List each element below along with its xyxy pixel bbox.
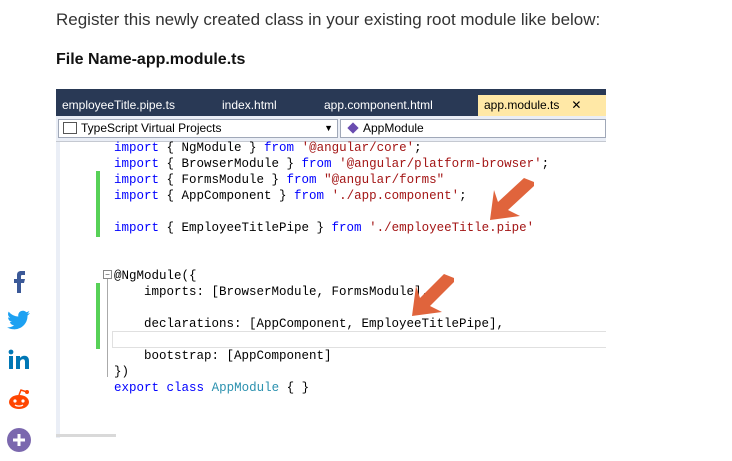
code-line: import { AppComponent } from './app.comp… xyxy=(114,189,467,203)
code-line: export class AppModule { } xyxy=(114,381,310,395)
tab-index-html[interactable]: index.html xyxy=(216,95,277,116)
ide-screenshot: employeeTitle.pipe.ts index.html app.com… xyxy=(56,89,606,438)
tab-label: index.html xyxy=(222,98,277,112)
facebook-icon[interactable] xyxy=(6,267,32,293)
horizontal-scrollbar[interactable] xyxy=(56,434,116,437)
linkedin-icon[interactable] xyxy=(6,347,32,373)
member-dropdown-label: AppModule xyxy=(363,121,424,135)
arrow-icon xyxy=(412,274,454,316)
code-line: @NgModule({ xyxy=(114,269,197,283)
editor-tab-bar: employeeTitle.pipe.ts index.html app.com… xyxy=(56,89,606,116)
code-line: bootstrap: [AppComponent] xyxy=(114,349,332,363)
arrow-icon xyxy=(490,178,534,220)
intro-text: Register this newly created class in you… xyxy=(56,10,601,29)
tab-employee-title-pipe[interactable]: employeeTitle.pipe.ts xyxy=(56,95,175,116)
tab-app-module-ts[interactable]: app.module.ts ✕ xyxy=(478,95,606,116)
more-share-icon[interactable] xyxy=(6,427,32,453)
project-icon xyxy=(63,121,77,134)
tab-label: app.component.html xyxy=(324,98,433,112)
twitter-icon[interactable] xyxy=(6,307,32,333)
change-marker xyxy=(96,171,100,237)
code-line: import { FormsModule } from "@angular/fo… xyxy=(114,173,445,187)
current-line-highlight xyxy=(112,331,606,348)
reddit-icon[interactable] xyxy=(6,387,32,413)
file-name-heading: File Name-app.module.ts xyxy=(56,51,246,68)
member-dropdown[interactable]: AppModule xyxy=(340,119,606,138)
tab-app-component-html[interactable]: app.component.html xyxy=(318,95,433,116)
code-line: import { NgModule } from '@angular/core'… xyxy=(114,141,422,155)
fold-guide xyxy=(107,279,108,377)
code-line: }) xyxy=(114,365,130,379)
collapse-icon[interactable]: − xyxy=(103,270,112,279)
chevron-down-icon: ▼ xyxy=(324,123,333,133)
tab-label: employeeTitle.pipe.ts xyxy=(62,98,175,112)
change-marker xyxy=(96,283,100,349)
project-dropdown[interactable]: TypeScript Virtual Projects ▼ xyxy=(58,119,338,138)
navigation-bar: TypeScript Virtual Projects ▼ AppModule xyxy=(56,116,606,142)
code-line: imports: [BrowserModule, FormsModule], xyxy=(114,285,430,299)
editor-margin xyxy=(56,142,60,438)
module-icon xyxy=(347,122,359,134)
code-line: import { BrowserModule } from '@angular/… xyxy=(114,157,550,171)
tab-label: app.module.ts xyxy=(484,98,560,112)
close-icon[interactable]: ✕ xyxy=(571,98,581,112)
code-line: import { EmployeeTitlePipe } from './emp… xyxy=(114,221,535,235)
project-dropdown-label: TypeScript Virtual Projects xyxy=(81,121,222,135)
